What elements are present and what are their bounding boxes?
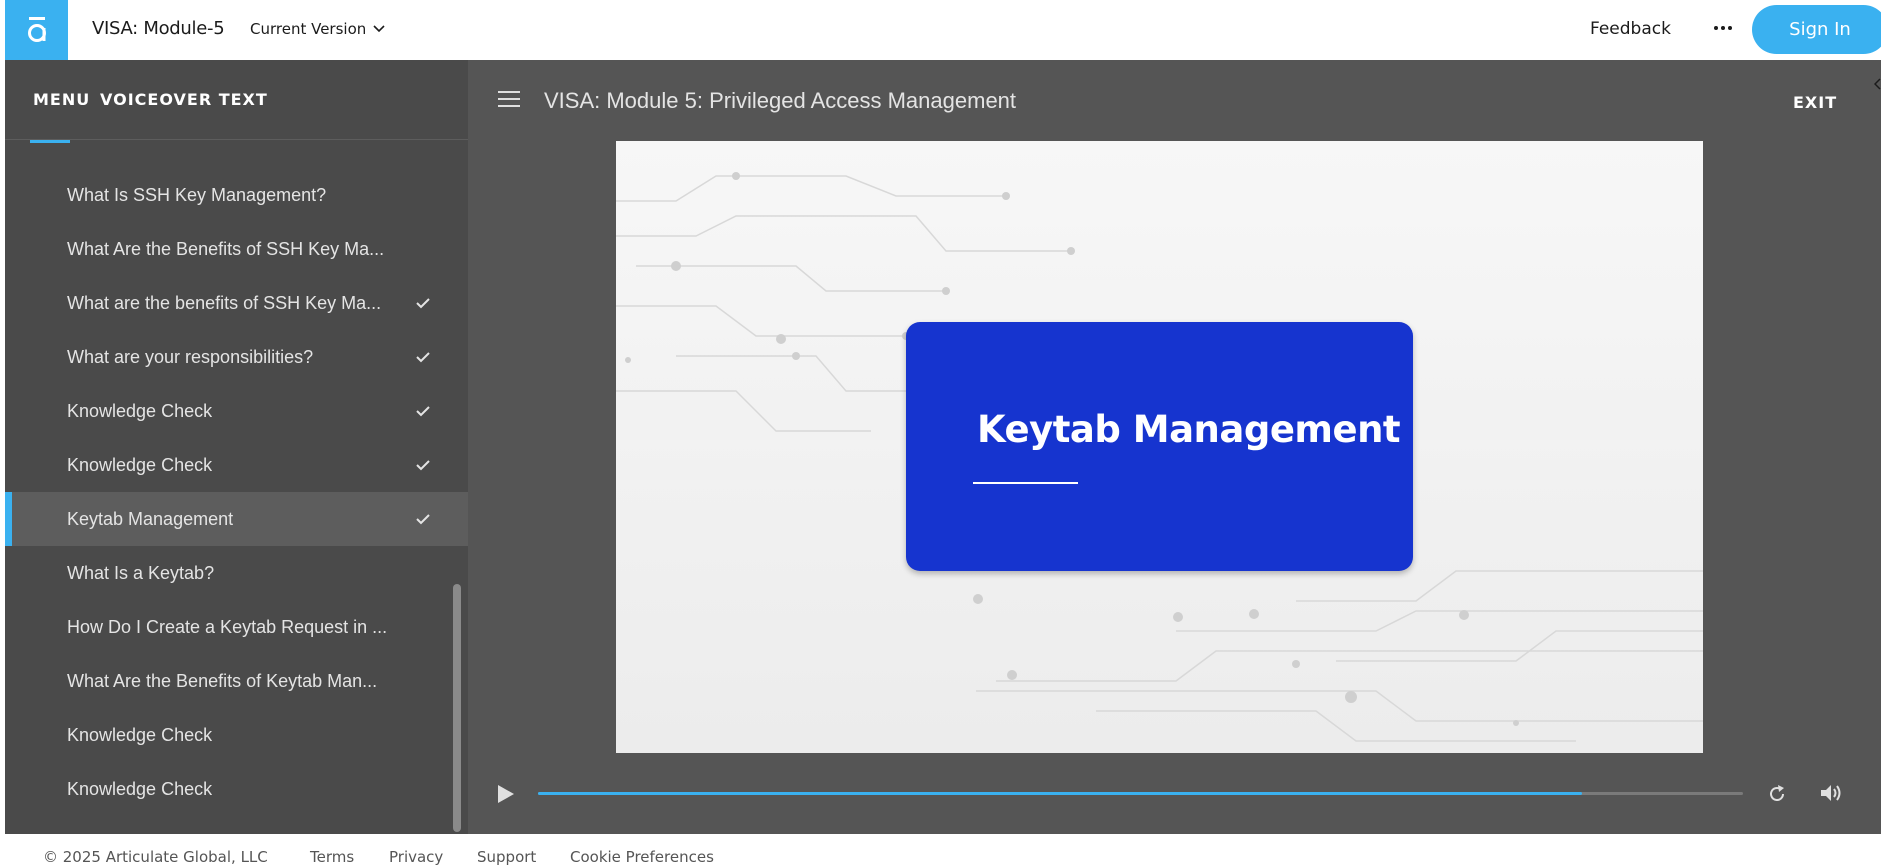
lesson-item[interactable]: What Is SSH Key Management? (5, 168, 468, 222)
more-dots-icon[interactable] (1710, 14, 1736, 42)
replay-icon[interactable] (1766, 783, 1788, 805)
feedback-button[interactable]: Feedback (1590, 19, 1671, 39)
footer-link-support[interactable]: Support (477, 848, 536, 866)
lesson-item-active[interactable]: Keytab Management (5, 492, 468, 546)
hamburger-menu-icon[interactable] (498, 91, 520, 107)
slide: Keytab Management (616, 141, 1703, 753)
chevron-down-icon (373, 25, 385, 33)
lesson-item-label: What Are the Benefits of SSH Key Ma... (67, 238, 385, 259)
sign-in-button[interactable]: Sign In (1752, 5, 1881, 54)
lesson-item[interactable]: Knowledge Check (5, 384, 468, 438)
course-title: VISA: Module-5 (92, 18, 225, 39)
lesson-list: What Is SSH Key Management? What Are the… (5, 140, 468, 834)
sidebar-scrollbar[interactable] (453, 584, 461, 832)
lesson-item-label: Keytab Management (67, 508, 234, 529)
copyright: © 2025 Articulate Global, LLC (43, 848, 268, 866)
checkmark-icon (416, 514, 430, 525)
tab-menu[interactable]: MENU (33, 90, 90, 109)
checkmark-icon (416, 460, 430, 471)
footer-link-cookie-preferences[interactable]: Cookie Preferences (570, 848, 714, 866)
lesson-item[interactable]: Knowledge Check (5, 708, 468, 762)
lesson-item[interactable]: What Is a Keytab? (5, 546, 468, 600)
title-card: Keytab Management (906, 322, 1413, 571)
tab-voiceover-text[interactable]: VOICEOVER TEXT (100, 90, 268, 109)
exit-button[interactable]: EXIT (1793, 93, 1837, 112)
play-icon[interactable] (496, 783, 516, 805)
progress-bar[interactable] (538, 792, 1743, 795)
slide-title: Keytab Management (977, 408, 1401, 451)
version-label: Current Version (250, 20, 367, 38)
lesson-item[interactable]: What Are the Benefits of Keytab Man... (5, 654, 468, 708)
title-underline (973, 482, 1078, 484)
checkmark-icon (416, 298, 430, 309)
footer: © 2025 Articulate Global, LLC Terms Priv… (0, 834, 1881, 866)
lesson-item-label: What Are the Benefits of Keytab Man... (67, 670, 378, 691)
sidebar-tabs: MENU VOICEOVER TEXT (5, 60, 468, 140)
lesson-title: VISA: Module 5: Privileged Access Manage… (544, 88, 1017, 113)
volume-icon[interactable] (1818, 782, 1842, 804)
lesson-item[interactable]: What are your responsibilities? (5, 330, 468, 384)
lesson-item-label: Knowledge Check (67, 724, 213, 745)
lesson-item-label: What are the benefits of SSH Key Ma... (67, 292, 382, 313)
lesson-item-label: What are your responsibilities? (67, 346, 314, 367)
lesson-item-label: What Is SSH Key Management? (67, 184, 327, 205)
checkmark-icon (416, 352, 430, 363)
lesson-item-label: Knowledge Check (67, 778, 213, 799)
lesson-item-label: How Do I Create a Keytab Request in ... (67, 616, 388, 637)
lesson-item-label: Knowledge Check (67, 400, 213, 421)
lesson-item[interactable]: What are the benefits of SSH Key Ma... (5, 276, 468, 330)
lesson-item-label: Knowledge Check (67, 454, 213, 475)
collapse-arrow-icon[interactable] (1874, 78, 1881, 90)
current-section-marker (30, 140, 70, 143)
lesson-item-label: What Is a Keytab? (67, 562, 215, 583)
top-bar: VISA: Module-5 Current Version Feedback … (0, 0, 1881, 60)
articulate-logo-icon[interactable] (5, 0, 68, 60)
lesson-item[interactable]: How Do I Create a Keytab Request in ... (5, 600, 468, 654)
lesson-item[interactable]: What Are the Benefits of SSH Key Ma... (5, 222, 468, 276)
footer-link-terms[interactable]: Terms (310, 848, 354, 866)
slide-area: VISA: Module 5: Privileged Access Manage… (468, 60, 1881, 834)
progress-fill (538, 792, 1582, 795)
player: MENU VOICEOVER TEXT What Is SSH Key Mana… (5, 60, 1881, 834)
version-dropdown[interactable]: Current Version (250, 20, 386, 38)
checkmark-icon (416, 406, 430, 417)
lesson-item[interactable]: Knowledge Check (5, 438, 468, 492)
lesson-item[interactable]: Knowledge Check (5, 762, 468, 816)
footer-link-privacy[interactable]: Privacy (389, 848, 443, 866)
sidebar: MENU VOICEOVER TEXT What Is SSH Key Mana… (5, 60, 468, 834)
